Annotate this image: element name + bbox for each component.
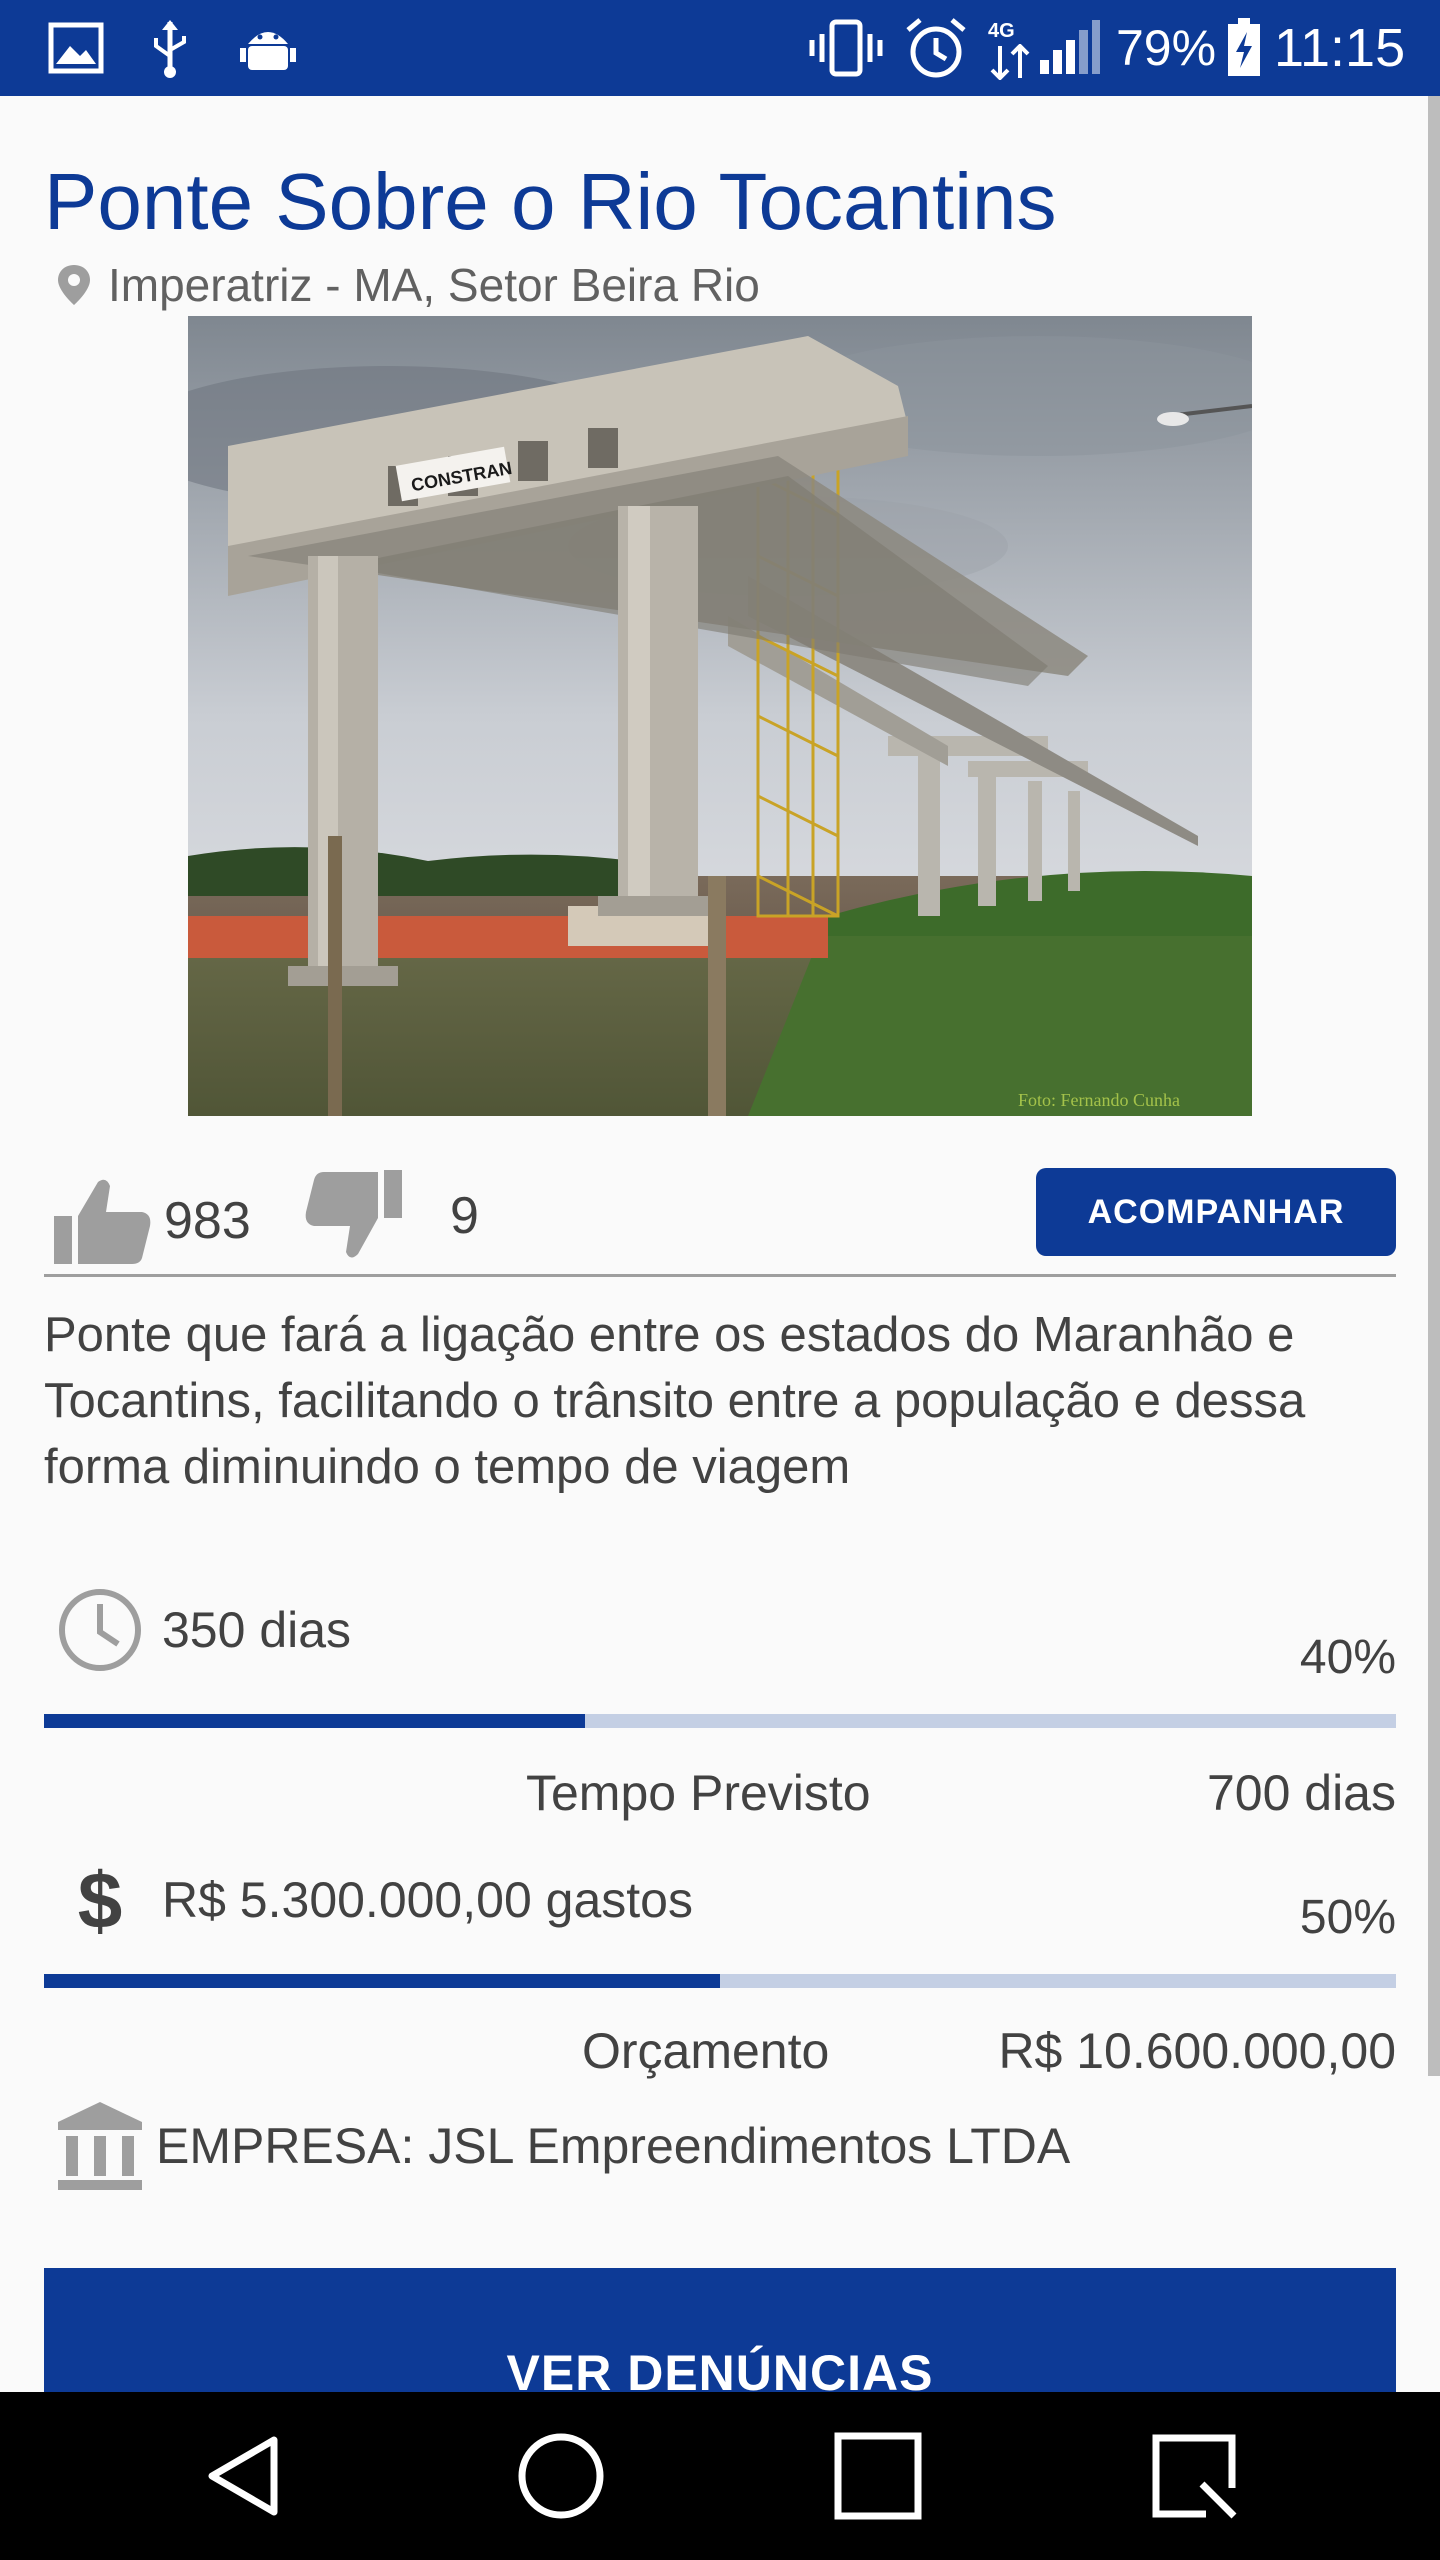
scrollbar[interactable] — [1428, 96, 1440, 2076]
location-pin-icon — [58, 265, 90, 305]
page-title: Ponte Sobre o Rio Tocantins — [44, 157, 1057, 246]
home-icon[interactable] — [511, 2426, 611, 2526]
location: Imperatriz - MA, Setor Beira Rio — [56, 258, 760, 312]
dislike-count: 9 — [450, 1187, 479, 1245]
battery-percent: 79% — [1116, 20, 1217, 76]
clock: 11:15 — [1274, 18, 1406, 78]
dislike-button[interactable]: 9 — [302, 1168, 479, 1264]
budget-progress-bar — [44, 1974, 1396, 1988]
budget-progress-fill — [44, 1974, 720, 1988]
budget-percent: 50% — [1299, 1891, 1396, 1944]
image-icon — [48, 0, 104, 96]
planned-time-value: 700 dias — [1206, 1765, 1396, 1821]
android-debug-icon — [240, 0, 296, 96]
time-percent: 40% — [1299, 1631, 1396, 1684]
budget-spent-text: R$ 5.300.000,00 gastos — [162, 1872, 693, 1928]
follow-button[interactable]: ACOMPANHAR — [1036, 1168, 1396, 1256]
time-progress-fill — [44, 1714, 585, 1728]
location-text: Imperatriz - MA, Setor Beira Rio — [108, 259, 760, 311]
svg-text:$: $ — [78, 1856, 123, 1944]
back-icon[interactable] — [196, 2426, 296, 2526]
signal-icon — [1040, 0, 1100, 96]
status-bar: 4G 79% 11:15 — [0, 0, 1440, 96]
like-count: 983 — [164, 1192, 251, 1250]
battery-charging-icon — [1226, 0, 1262, 96]
project-photo[interactable]: CONSTRAN Foto: Fernando Cunha — [188, 316, 1252, 1116]
project-description: Ponte que fará a ligação entre os estado… — [44, 1308, 1306, 1494]
budget-spent: $ R$ 5.300.000,00 gastos — [56, 1856, 693, 1944]
view-reports-button[interactable]: VER DENÚNCIAS — [44, 2268, 1396, 2392]
screenshot-icon[interactable] — [1144, 2426, 1244, 2526]
alarm-icon — [904, 0, 968, 96]
like-button[interactable]: 983 — [54, 1176, 251, 1266]
bank-icon — [58, 2102, 142, 2190]
recents-icon[interactable] — [828, 2426, 928, 2526]
planned-time-label: Tempo Previsto — [526, 1765, 871, 1821]
time-elapsed-text: 350 dias — [162, 1602, 352, 1658]
thumbs-down-icon — [305, 1170, 402, 1258]
data-arrows-icon: 4G — [986, 0, 1036, 96]
divider — [44, 1274, 1396, 1277]
company-name: EMPRESA: JSL Empreendimentos LTDA — [156, 2118, 1071, 2174]
clock-icon — [59, 1589, 141, 1671]
budget-value: R$ 10.600.000,00 — [998, 2023, 1396, 2079]
votes-row: 983 9 ACOMPANHAR — [44, 1166, 1396, 1276]
network-type-label: 4G — [988, 20, 1015, 42]
dollar-icon: $ — [78, 1856, 123, 1944]
budget-label: Orçamento — [582, 2023, 830, 2079]
usb-icon — [148, 0, 192, 96]
thumbs-up-icon — [54, 1179, 151, 1264]
time-elapsed: 350 dias — [56, 1586, 351, 1674]
project-detail: Ponte Sobre o Rio Tocantins Imperatriz -… — [0, 96, 1440, 2392]
time-progress-bar — [44, 1714, 1396, 1728]
company: EMPRESA: JSL Empreendimentos LTDA — [56, 2098, 1070, 2194]
navigation-bar — [0, 2392, 1440, 2560]
photo-credit: Foto: Fernando Cunha — [1018, 1090, 1180, 1110]
vibrate-icon — [808, 0, 884, 96]
